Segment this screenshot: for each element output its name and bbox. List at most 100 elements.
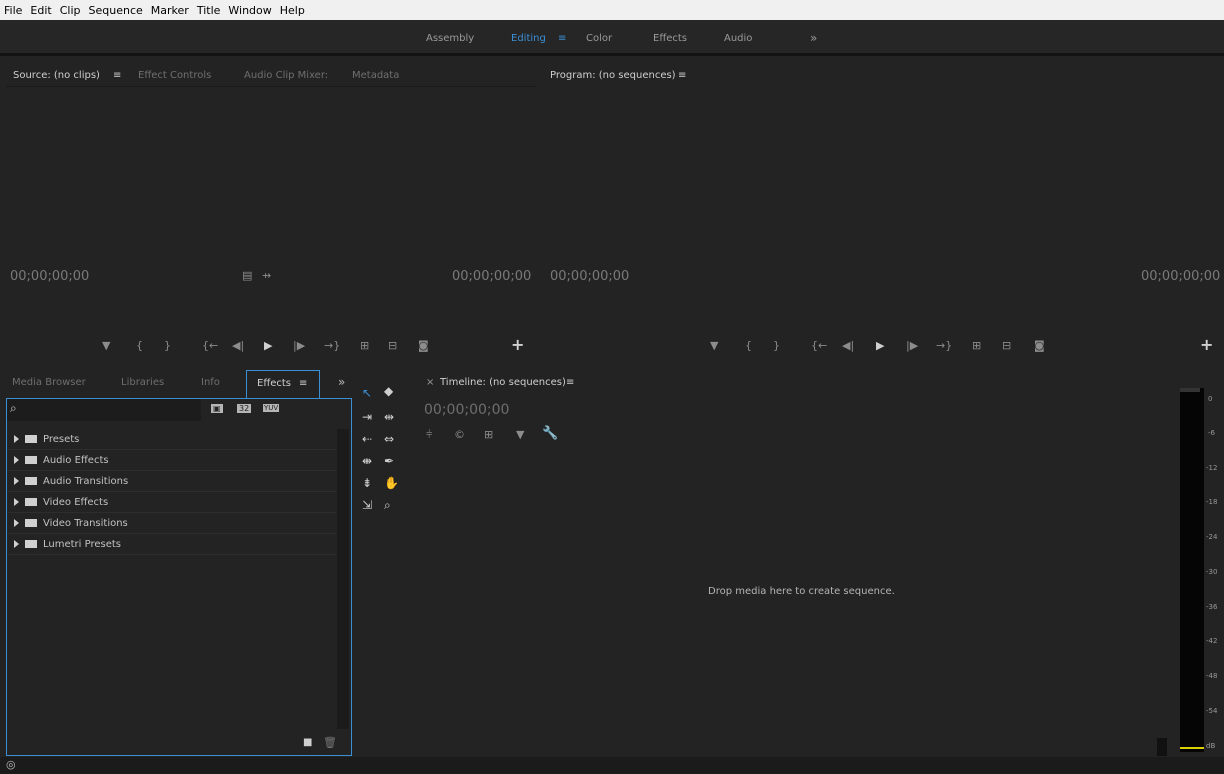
workspace-editing[interactable]: Editing xyxy=(511,33,546,44)
tab-source-menu-icon[interactable]: ≡ xyxy=(113,70,121,81)
tab-effect-controls[interactable]: Effect Controls xyxy=(138,70,211,81)
tree-item-audio-transitions[interactable]: Audio Transitions xyxy=(8,471,336,492)
extract-icon[interactable]: ⊟ xyxy=(1002,339,1011,352)
tab-source[interactable]: Source: (no clips) xyxy=(13,70,100,81)
tab-libraries[interactable]: Libraries xyxy=(121,377,164,388)
slide-tool-icon[interactable]: ⇟ xyxy=(362,476,372,490)
go-to-in-icon[interactable]: {← xyxy=(202,339,218,352)
effects-scrollbar[interactable] xyxy=(337,429,349,729)
menu-clip[interactable]: Clip xyxy=(60,4,81,17)
workspace-assembly[interactable]: Assembly xyxy=(426,33,474,44)
add-marker-icon[interactable]: ▼ xyxy=(102,339,110,352)
step-forward-icon[interactable]: |▶ xyxy=(293,339,305,352)
tab-timeline-menu-icon[interactable]: ≡ xyxy=(566,377,574,388)
rolling-edit-tool-icon[interactable]: ⇹ xyxy=(384,410,394,424)
program-mark-in-icon[interactable]: { xyxy=(745,339,752,352)
program-timecode-left[interactable]: 00;00;00;00 xyxy=(550,269,629,284)
timeline-timecode[interactable]: 00;00;00;00 xyxy=(424,402,509,418)
tab-media-browser[interactable]: Media Browser xyxy=(12,377,86,388)
mark-in-icon[interactable]: { xyxy=(136,339,143,352)
program-timecode-right[interactable]: 00;00;00;00 xyxy=(1141,269,1220,284)
menu-help[interactable]: Help xyxy=(280,4,305,17)
expand-triangle-icon[interactable] xyxy=(14,519,19,527)
overwrite-icon[interactable]: ⊟ xyxy=(388,339,397,352)
program-export-frame-icon[interactable]: ◙ xyxy=(1034,339,1045,352)
expand-triangle-icon[interactable] xyxy=(14,435,19,443)
expand-triangle-icon[interactable] xyxy=(14,498,19,506)
timeline-scroll-handle[interactable] xyxy=(1157,738,1167,756)
marker-timeline-icon[interactable]: ▼ xyxy=(516,428,524,441)
menu-title[interactable]: Title xyxy=(197,4,221,17)
pen-tool-icon[interactable]: ✒ xyxy=(384,454,394,468)
new-bin-folder-icon[interactable]: ■ xyxy=(303,737,312,748)
tab-audio-clip-mixer[interactable]: Audio Clip Mixer: xyxy=(244,70,328,81)
workspace-effects[interactable]: Effects xyxy=(653,33,687,44)
program-add-marker-icon[interactable]: ▼ xyxy=(710,339,718,352)
tab-effects[interactable]: Effects xyxy=(257,378,291,389)
accelerated-effects-icon[interactable]: ▣ xyxy=(211,404,223,413)
program-go-to-out-icon[interactable]: →} xyxy=(936,339,952,352)
program-step-back-icon[interactable]: ◀| xyxy=(842,339,854,352)
drag-audio-icon[interactable]: ⇸ xyxy=(262,269,271,282)
source-timecode-left[interactable]: 00;00;00;00 xyxy=(10,269,89,284)
button-editor-plus-icon[interactable]: + xyxy=(511,335,524,354)
effects-search-input[interactable]: ⌕ xyxy=(7,399,201,421)
drag-video-icon[interactable]: ▤ xyxy=(242,269,252,282)
tree-item-audio-effects[interactable]: Audio Effects xyxy=(8,450,336,471)
tab-effects-active[interactable]: Effects ≡ xyxy=(246,370,320,398)
panel-more-icon[interactable]: » xyxy=(338,375,345,389)
step-back-icon[interactable]: ◀| xyxy=(232,339,244,352)
tree-item-lumetri-presets[interactable]: Lumetri Presets xyxy=(8,534,336,555)
track-select-forward-icon[interactable]: ⇲ xyxy=(362,498,372,512)
program-play-icon[interactable]: ▶ xyxy=(876,339,884,352)
workspace-audio[interactable]: Audio xyxy=(724,33,752,44)
razor-tool-icon[interactable]: ⇔ xyxy=(384,432,394,446)
32bit-effects-icon[interactable]: 32 xyxy=(237,404,252,413)
expand-triangle-icon[interactable] xyxy=(14,540,19,548)
mark-out-icon[interactable]: } xyxy=(164,339,171,352)
tree-item-video-effects[interactable]: Video Effects xyxy=(8,492,336,513)
tab-info[interactable]: Info xyxy=(201,377,220,388)
zoom-tool-icon[interactable]: ⌕ xyxy=(384,498,391,513)
play-icon[interactable]: ▶ xyxy=(264,339,272,352)
menu-sequence[interactable]: Sequence xyxy=(89,4,143,17)
tree-item-presets[interactable]: Presets xyxy=(8,429,336,450)
hand-tool-icon[interactable]: ✋ xyxy=(384,476,399,490)
program-step-forward-icon[interactable]: |▶ xyxy=(906,339,918,352)
workspace-menu-icon[interactable]: ≡ xyxy=(558,33,566,44)
program-mark-out-icon[interactable]: } xyxy=(773,339,780,352)
menu-file[interactable]: File xyxy=(4,4,22,17)
rate-stretch-tool-icon[interactable]: ⇠ xyxy=(362,432,372,446)
menu-window[interactable]: Window xyxy=(228,4,271,17)
wrench-settings-icon[interactable]: 🔧 xyxy=(542,426,558,441)
tab-effects-menu-icon[interactable]: ≡ xyxy=(299,378,307,389)
program-go-to-in-icon[interactable]: {← xyxy=(811,339,827,352)
go-to-out-icon[interactable]: →} xyxy=(324,339,340,352)
insert-icon[interactable]: ⊞ xyxy=(360,339,369,352)
tab-timeline[interactable]: Timeline: (no sequences) xyxy=(440,377,566,388)
slip-tool-icon[interactable]: ⇼ xyxy=(362,454,372,468)
lift-icon[interactable]: ⊞ xyxy=(972,339,981,352)
yuv-effects-icon[interactable]: YUV xyxy=(263,404,280,412)
menu-edit[interactable]: Edit xyxy=(30,4,51,17)
delete-trash-icon[interactable]: 🗑 xyxy=(323,736,337,749)
source-timecode-right[interactable]: 00;00;00;00 xyxy=(452,269,531,284)
workspace-more-icon[interactable]: » xyxy=(810,31,817,45)
render-status-icon[interactable]: ◎ xyxy=(6,758,16,771)
export-frame-icon[interactable]: ◙ xyxy=(418,339,429,352)
program-button-editor-plus-icon[interactable]: + xyxy=(1200,335,1213,354)
tab-metadata[interactable]: Metadata xyxy=(352,70,399,81)
tab-program-menu-icon[interactable]: ≡ xyxy=(678,70,686,81)
workspace-color[interactable]: Color xyxy=(586,33,612,44)
selection-tool-icon[interactable]: ↖ xyxy=(362,386,372,400)
linked-selection-icon[interactable]: © xyxy=(454,428,465,441)
track-select-tool-icon[interactable]: ◆ xyxy=(384,384,393,398)
ripple-edit-tool-icon[interactable]: ⇥ xyxy=(362,410,372,424)
add-marker-timeline-icon[interactable]: ⊞ xyxy=(484,428,493,441)
tab-program[interactable]: Program: (no sequences) xyxy=(550,70,676,81)
expand-triangle-icon[interactable] xyxy=(14,456,19,464)
timeline-close-icon[interactable]: × xyxy=(426,377,434,388)
snap-icon[interactable]: ⫩ xyxy=(426,428,432,442)
tree-item-video-transitions[interactable]: Video Transitions xyxy=(8,513,336,534)
expand-triangle-icon[interactable] xyxy=(14,477,19,485)
